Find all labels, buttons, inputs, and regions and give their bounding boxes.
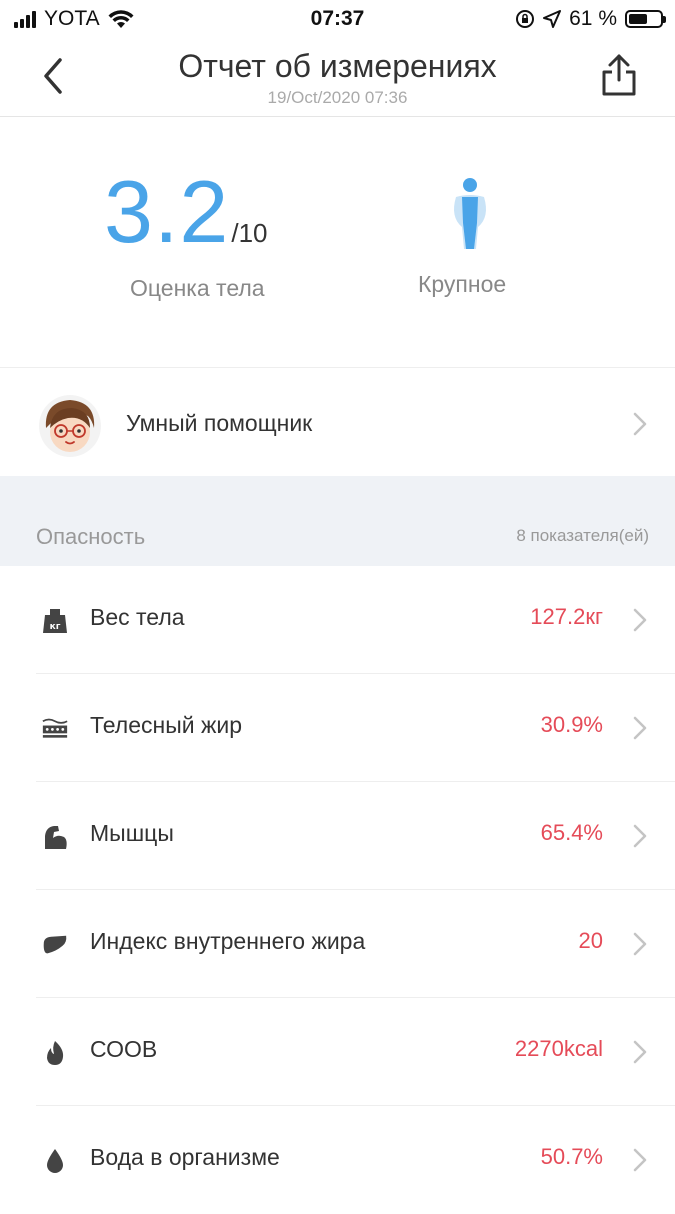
metric-value: 30.9% bbox=[540, 712, 603, 737]
body-fat-icon bbox=[42, 718, 68, 738]
score-summary: 3.2/10 Оценка тела Крупное bbox=[0, 117, 675, 367]
assistant-label: Умный помощник bbox=[126, 410, 313, 436]
visceral-fat-icon bbox=[43, 935, 67, 954]
section-count: 8 показателя(ей) bbox=[516, 526, 649, 545]
chevron-right-icon bbox=[633, 412, 647, 436]
orientation-lock-icon bbox=[516, 10, 535, 28]
metric-value: 20 bbox=[578, 928, 603, 953]
status-right: 61 % bbox=[515, 7, 666, 31]
body-score-max: /10 bbox=[231, 218, 268, 248]
report-timestamp: 19/Oct/2020 07:36 bbox=[267, 88, 408, 107]
metric-row-weight[interactable]: кг Вес тела 127.2кг bbox=[36, 566, 675, 674]
smart-assistant-row[interactable]: Умный помощник bbox=[0, 367, 675, 477]
chevron-right-icon bbox=[633, 824, 647, 848]
body-type-label: Крупное bbox=[418, 271, 507, 297]
body-score-value: 3.2 bbox=[104, 162, 230, 261]
metric-value: 65.4% bbox=[540, 820, 603, 845]
flame-icon bbox=[47, 1041, 64, 1065]
assistant-avatar bbox=[39, 395, 101, 457]
water-drop-icon bbox=[47, 1149, 63, 1173]
metric-value: 50.7% bbox=[540, 1144, 603, 1169]
metric-label: Индекс внутреннего жира bbox=[90, 928, 366, 954]
metric-label: Вес тела bbox=[90, 604, 185, 630]
chevron-right-icon bbox=[633, 608, 647, 632]
metric-label: Телесный жир bbox=[90, 712, 242, 738]
metric-label: СООВ bbox=[90, 1036, 158, 1062]
metric-label: Мышцы bbox=[90, 820, 174, 846]
danger-section-header: Опасность 8 показателя(ей) bbox=[0, 476, 675, 566]
chevron-right-icon bbox=[633, 932, 647, 956]
metric-value: 2270kcal bbox=[514, 1036, 603, 1061]
metric-row-body-water[interactable]: Вода в организме 50.7% bbox=[36, 1106, 675, 1214]
metric-label: Вода в организме bbox=[90, 1144, 280, 1170]
chevron-right-icon bbox=[633, 1148, 647, 1172]
metric-row-muscle[interactable]: Мышцы 65.4% bbox=[36, 782, 675, 890]
page-title: Отчет об измерениях bbox=[178, 48, 497, 84]
share-button[interactable] bbox=[599, 52, 639, 98]
location-arrow-icon bbox=[543, 10, 562, 28]
svg-text:кг: кг bbox=[50, 622, 61, 632]
body-score: 3.2/10 bbox=[104, 167, 304, 257]
metric-row-body-fat[interactable]: Телесный жир 30.9% bbox=[36, 674, 675, 782]
muscle-icon bbox=[45, 826, 67, 849]
body-type-icon bbox=[454, 178, 486, 249]
battery-percent: 61 % bbox=[569, 7, 617, 30]
weight-icon: кг bbox=[43, 609, 67, 633]
battery-icon bbox=[625, 10, 666, 28]
section-title: Опасность bbox=[36, 524, 146, 549]
status-bar: YOTA 07:37 61 % bbox=[0, 0, 675, 38]
navigation-bar: Отчет об измерениях 19/Oct/2020 07:36 bbox=[0, 38, 675, 117]
metric-row-visceral-fat[interactable]: Индекс внутреннего жира 20 bbox=[36, 890, 675, 998]
chevron-right-icon bbox=[633, 1040, 647, 1064]
chevron-right-icon bbox=[633, 716, 647, 740]
metric-row-bmr[interactable]: СООВ 2270kcal bbox=[36, 998, 675, 1106]
body-score-label: Оценка тела bbox=[130, 275, 265, 301]
metric-value: 127.2кг bbox=[530, 604, 603, 629]
